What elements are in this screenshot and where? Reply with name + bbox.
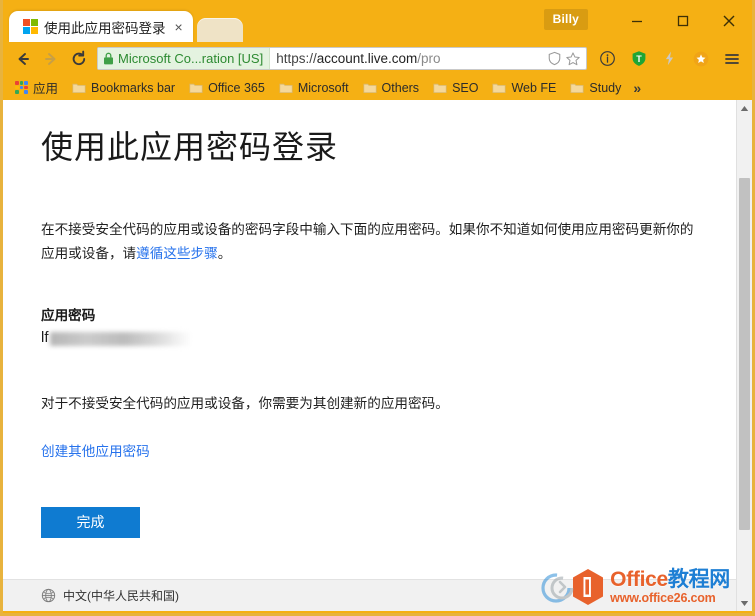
star-icon[interactable] [565,51,581,67]
back-arrow-icon[interactable] [9,45,37,73]
app-password-prefix: lf [41,328,49,346]
vertical-scrollbar[interactable] [736,100,752,611]
folder-icon [492,83,507,93]
maximize-button[interactable] [660,6,706,36]
app-password-label: 应用密码 [41,307,96,323]
ev-badge-text: Microsoft Co...ration [US] [118,51,264,66]
folder-icon [279,83,293,93]
app-password-value: lf [41,326,702,348]
tab-strip: 使用此应用密码登录 × [3,8,243,42]
svg-text:T: T [636,54,642,64]
bookmark-item-bookmarks-bar[interactable]: Bookmarks bar [66,79,181,97]
bookmark-item-others[interactable]: Others [357,79,426,97]
page-footer: 中文(中华人民共和国) [3,579,736,611]
intro-paragraph: 在不接受安全代码的应用或设备的密码字段中输入下面的应用密码。如果你不知道如何使用… [41,218,702,266]
scrollbar-up-arrow[interactable] [737,100,752,116]
omnibox-icons [547,51,586,67]
window-controls: Billy [543,0,752,42]
folder-icon [72,83,86,93]
tab-close-icon[interactable]: × [175,20,183,34]
page-title: 使用此应用密码登录 [41,129,339,165]
bookmark-item-microsoft[interactable]: Microsoft [273,79,355,97]
globe-icon [41,588,56,603]
folder-icon [570,83,584,93]
scrollbar-thumb[interactable] [739,178,750,530]
menu-icon[interactable] [717,45,746,73]
lock-icon [104,52,113,65]
url-host: account.live.com [316,51,418,66]
create-another-password-link[interactable]: 创建其他应用密码 [41,444,150,459]
browser-tab[interactable]: 使用此应用密码登录 × [9,11,193,42]
folder-icon [189,83,203,93]
lightning-icon[interactable] [655,45,684,73]
apps-grid-icon [15,81,28,94]
forward-arrow-icon [37,45,65,73]
scrollbar-down-arrow[interactable] [737,595,752,611]
new-tab-button[interactable] [196,18,243,42]
url-scheme: https:// [276,51,317,66]
tab-title: 使用此应用密码登录 [44,20,166,36]
bookmark-label: Study [589,80,622,95]
bookmark-label: 应用 [33,82,59,96]
browser-toolbar: Microsoft Co...ration [US] https://accou… [3,42,752,75]
url-text[interactable]: https://account.live.com/pro [270,51,547,66]
ev-certificate-badge[interactable]: Microsoft Co...ration [US] [98,48,271,69]
shield-icon[interactable] [547,51,562,66]
app-password-redacted-blur [49,331,192,346]
orange-star-icon[interactable] [686,45,715,73]
scrollbar-track[interactable] [737,116,752,595]
intro-text-after-link: 。 [217,246,232,262]
bookmark-label: SEO [452,80,479,95]
page-viewport: 使用此应用密码登录 在不接受安全代码的应用或设备的密码字段中输入下面的应用密码。… [3,100,752,611]
extension-icons: T [593,45,746,73]
bookmarks-bar: 应用 Bookmarks bar Office 365 Microsoft Ot… [3,75,752,100]
bookmark-item-study[interactable]: Study [564,79,627,97]
bookmark-label: Web FE [511,80,557,95]
bookmark-label: Others [381,80,420,95]
folder-icon [362,83,377,93]
profile-chip[interactable]: Billy [543,8,588,30]
bookmark-apps[interactable]: 应用 [9,76,64,99]
done-button[interactable]: 完成 [41,506,140,538]
reload-icon[interactable] [65,45,93,73]
create-password-paragraph: 对于不接受安全代码的应用或设备，你需要为其创建新的应用密码。 [41,395,449,411]
close-button[interactable] [706,6,752,36]
microsoft-logo-icon [23,19,38,34]
address-bar[interactable]: Microsoft Co...ration [US] https://accou… [97,47,587,70]
info-circle-icon[interactable] [593,45,622,73]
page-content: 使用此应用密码登录 在不接受安全代码的应用或设备的密码字段中输入下面的应用密码。… [3,100,736,611]
minimize-button[interactable] [614,6,660,36]
language-selector[interactable]: 中文(中华人民共和国) [41,587,179,604]
bookmark-label: Microsoft [297,80,349,95]
folder-icon [433,83,447,93]
title-bar: 使用此应用密码登录 × Billy [3,0,752,42]
create-another-password-row: 创建其他应用密码 [41,440,702,461]
bookmark-item-office-365[interactable]: Office 365 [183,79,271,97]
url-path: /pro [417,51,441,66]
bookmark-label: Office 365 [208,80,265,95]
bookmark-item-seo[interactable]: SEO [427,79,484,97]
follow-steps-link[interactable]: 遵循这些步骤 [136,246,218,261]
bookmark-item-web-fe[interactable]: Web FE [486,79,562,97]
bookmark-label: Bookmarks bar [91,80,176,95]
bookmarks-overflow-button[interactable]: » [629,80,645,96]
browser-window: 使用此应用密码登录 × Billy Microsoft Co...ration … [0,0,755,616]
shield-t-icon[interactable]: T [624,45,653,73]
language-label: 中文(中华人民共和国) [63,589,179,603]
